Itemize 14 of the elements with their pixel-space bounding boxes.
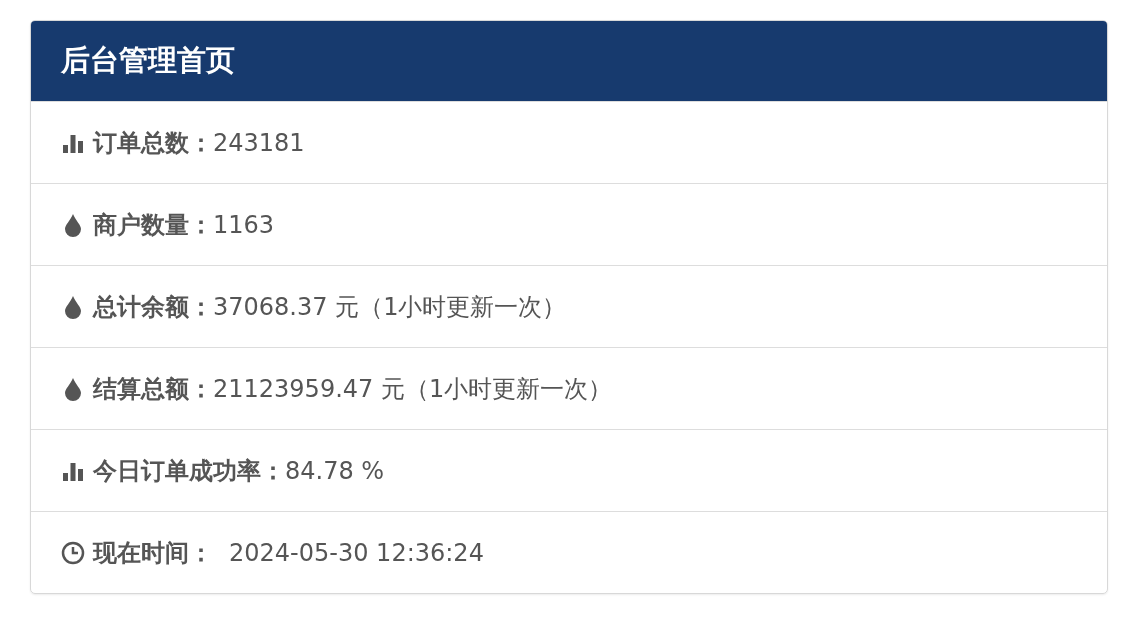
stat-value: 2024-05-30 12:36:24 [229,538,484,567]
stat-label: 总计余额： [93,291,213,323]
stat-label: 结算总额： [93,373,213,405]
stat-label: 现在时间： [93,537,213,569]
clock-icon [61,540,85,565]
stat-label: 今日订单成功率： [93,455,285,487]
stat-label: 商户数量： [93,209,213,241]
stat-value: 243181 [213,128,305,157]
panel-title: 后台管理首页 [61,42,235,79]
stat-value: 84.78 % [285,456,385,485]
stat-value: 37068.37 元（1小时更新一次） [213,291,567,323]
stat-label: 订单总数： [93,127,213,159]
stat-value: 21123959.47 元（1小时更新一次） [213,373,613,405]
stat-value: 1163 [213,210,275,239]
